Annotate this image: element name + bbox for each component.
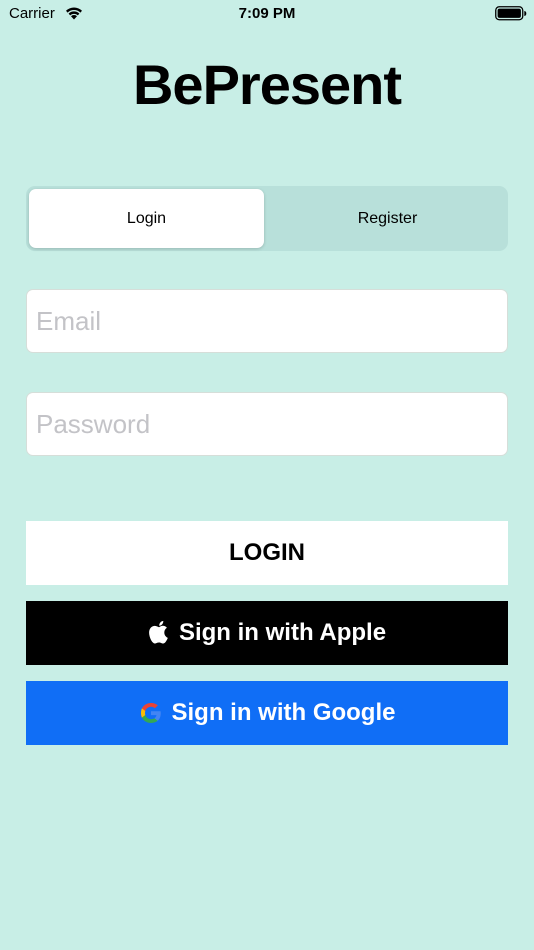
battery-icon xyxy=(495,6,527,21)
status-bar: Carrier 7:09 PM xyxy=(0,0,534,28)
tab-register[interactable]: Register xyxy=(270,189,505,248)
app-title: BePresent xyxy=(132,53,402,116)
sign-in-with-google-button[interactable]: Sign in with Google xyxy=(26,681,508,745)
password-field[interactable] xyxy=(26,392,508,456)
email-field[interactable] xyxy=(26,289,508,353)
login-button[interactable]: LOGIN xyxy=(26,521,508,585)
google-button-label: Sign in with Google xyxy=(171,699,396,726)
google-logo-icon xyxy=(139,701,163,725)
apple-logo-icon xyxy=(148,620,170,646)
status-time: 7:09 PM xyxy=(238,5,296,22)
sign-in-with-apple-button[interactable]: Sign in with Apple xyxy=(26,601,508,665)
tab-login[interactable]: Login xyxy=(29,189,264,248)
auth-segmented-control: Login Register xyxy=(26,186,508,251)
apple-button-label: Sign in with Apple xyxy=(178,619,387,646)
